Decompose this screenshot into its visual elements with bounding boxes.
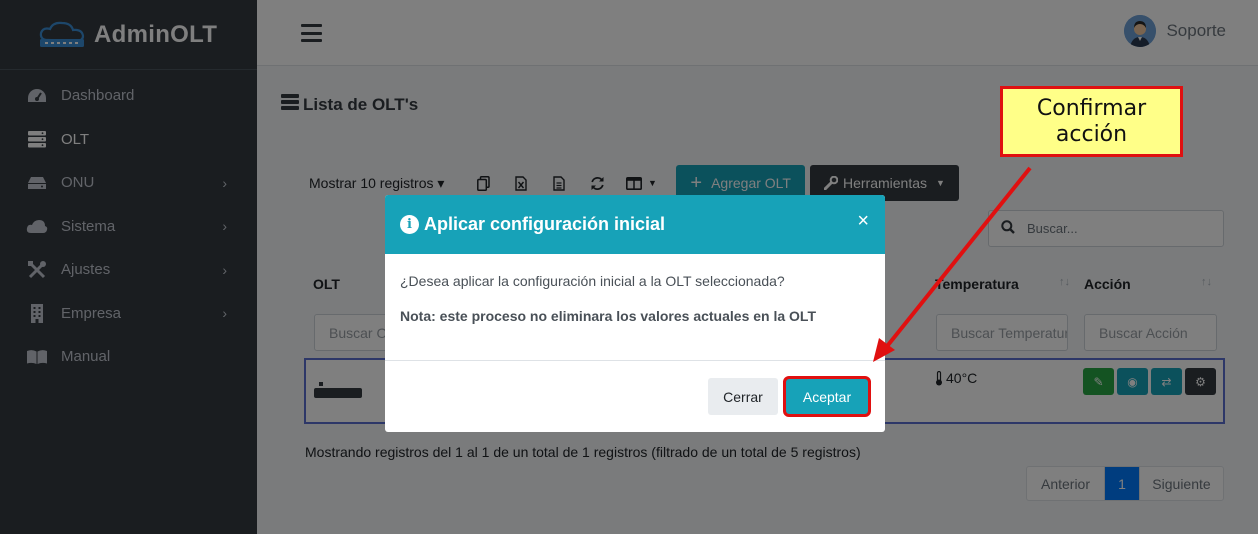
modal-note: Nota: este proceso no eliminara los valo… bbox=[400, 308, 816, 324]
confirm-modal: i Aplicar configuración inicial × ¿Desea… bbox=[385, 195, 885, 432]
modal-body: ¿Desea aplicar la configuración inicial … bbox=[385, 254, 885, 361]
info-circle-icon: i bbox=[400, 215, 419, 234]
modal-question: ¿Desea aplicar la configuración inicial … bbox=[400, 273, 785, 289]
confirm-button[interactable]: Aceptar bbox=[783, 376, 871, 417]
cancel-button[interactable]: Cerrar bbox=[708, 378, 778, 415]
modal-title: Aplicar configuración inicial bbox=[424, 214, 666, 234]
modal-header: i Aplicar configuración inicial × bbox=[385, 195, 885, 254]
annotation-callout: Confirmar acción bbox=[1000, 86, 1183, 157]
close-icon[interactable]: × bbox=[857, 211, 869, 231]
modal-footer: Cerrar Aceptar bbox=[385, 361, 885, 432]
